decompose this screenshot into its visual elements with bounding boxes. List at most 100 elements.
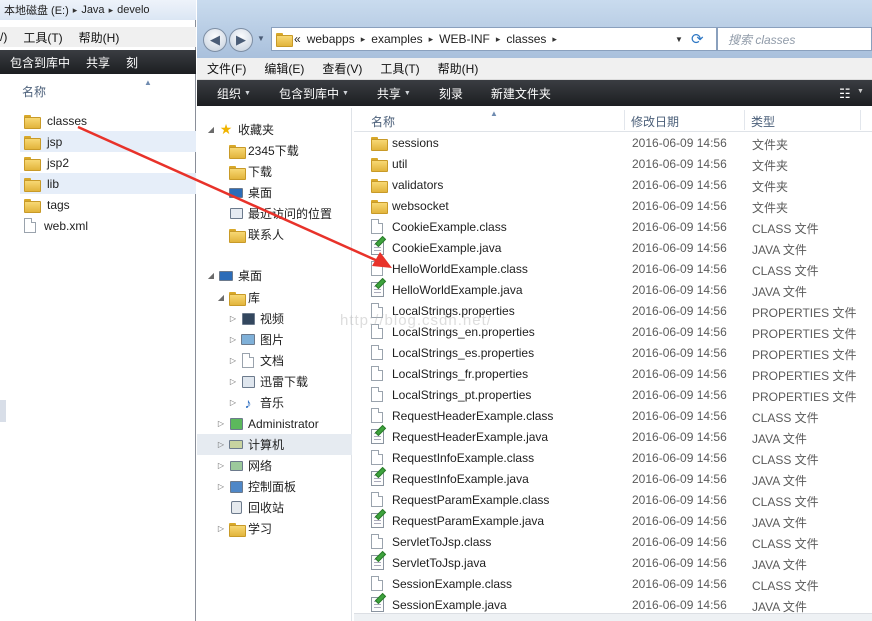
file-row[interactable]: LocalStrings.properties 2016-06-09 14:56 P…	[354, 300, 872, 321]
file-row[interactable]: LocalStrings_fr.properties 2016-06-09 14:…	[354, 363, 872, 384]
file-row[interactable]: ServletToJsp.java 2016-06-09 14:56 JAVA 文件	[354, 552, 872, 573]
file-row[interactable]: LocalStrings_pt.properties 2016-06-09 14:…	[354, 384, 872, 405]
file-row[interactable]: RequestParamExample.class 2016-06-09 14:5…	[354, 489, 872, 510]
file-row[interactable]: HelloWorldExample.java 2016-06-09 14:56 JA…	[354, 279, 872, 300]
breadcrumb-local-disk[interactable]: 本地磁盘 (E:)	[4, 2, 69, 18]
menu-edit[interactable]: 编辑(E)	[264, 60, 304, 77]
burn-button-partial[interactable]: 刻	[126, 54, 138, 71]
include-in-library-button[interactable]: 包含到库中	[10, 54, 70, 71]
chevron-right-icon[interactable]: ▸	[361, 34, 366, 45]
breadcrumb-examples[interactable]: examples	[371, 32, 422, 46]
collapsed-triangle-icon[interactable]: ▷	[227, 398, 239, 407]
nav-recent-places[interactable]: 最近访问的位置	[227, 203, 332, 224]
menu-help[interactable]: 帮助(H)	[438, 60, 479, 77]
expanded-triangle-icon[interactable]: ◢	[205, 125, 217, 134]
nav-study[interactable]: ▷ 学习	[215, 518, 272, 539]
nav-desktop-favorite[interactable]: 桌面	[227, 182, 272, 203]
menu-file[interactable]: 文件(F)	[207, 60, 246, 77]
file-row[interactable]: SessionExample.class 2016-06-09 14:56 CLAS…	[354, 573, 872, 594]
file-row[interactable]: sessions 2016-06-09 14:56 文件夹	[354, 132, 872, 153]
chevron-right-icon[interactable]: ▸	[552, 34, 557, 45]
list-item[interactable]: jsp2	[20, 152, 196, 173]
file-row[interactable]: websocket 2016-06-09 14:56 文件夹	[354, 195, 872, 216]
column-divider[interactable]	[860, 110, 861, 130]
nav-music[interactable]: ▷ ♪ 音乐	[227, 392, 284, 413]
list-item[interactable]: lib	[20, 173, 196, 194]
collapsed-triangle-icon[interactable]: ▷	[215, 524, 227, 533]
nav-network[interactable]: ▷ 网络	[215, 455, 272, 476]
chevron-right-icon[interactable]: ▸	[429, 34, 434, 45]
nav-pictures[interactable]: ▷ 图片	[227, 329, 284, 350]
refresh-icon[interactable]: ⟳	[691, 30, 704, 48]
file-row[interactable]: RequestInfoExample.class 2016-06-09 14:56…	[354, 447, 872, 468]
collapsed-triangle-icon[interactable]: ▷	[215, 461, 227, 470]
list-item[interactable]: jsp	[20, 131, 196, 152]
file-row[interactable]: util 2016-06-09 14:56 文件夹	[354, 153, 872, 174]
nav-favorites[interactable]: ◢ ★ 收藏夹	[205, 119, 274, 140]
expanded-triangle-icon[interactable]: ◢	[215, 293, 227, 302]
file-row[interactable]: validators 2016-06-09 14:56 文件夹	[354, 174, 872, 195]
file-row[interactable]: CookieExample.class 2016-06-09 14:56 CLASS…	[354, 216, 872, 237]
file-row[interactable]: HelloWorldExample.class 2016-06-09 14:56 C…	[354, 258, 872, 279]
file-row[interactable]: RequestParamExample.java 2016-06-09 14:56…	[354, 510, 872, 531]
collapsed-triangle-icon[interactable]: ▷	[227, 335, 239, 344]
share-button[interactable]: 共享 ▼	[377, 85, 411, 102]
search-input[interactable]: 搜索 classes	[717, 27, 872, 51]
column-divider[interactable]	[744, 110, 745, 130]
menu-view[interactable]: 查看(V)	[322, 60, 362, 77]
breadcrumb-develop[interactable]: develo	[117, 4, 149, 16]
nav-library[interactable]: ◢ 库	[215, 287, 260, 308]
nav-videos[interactable]: ▷ 视频	[227, 308, 284, 329]
nav-control-panel[interactable]: ▷ 控制面板	[215, 476, 296, 497]
chevron-down-icon[interactable]: ▼	[857, 88, 864, 95]
file-row[interactable]: CookieExample.java 2016-06-09 14:56 JAVA 文…	[354, 237, 872, 258]
file-row[interactable]: LocalStrings_en.properties 2016-06-09 14:…	[354, 321, 872, 342]
column-divider[interactable]	[624, 110, 625, 130]
breadcrumb-classes[interactable]: classes	[506, 32, 546, 46]
address-overflow[interactable]: «	[294, 32, 301, 46]
collapsed-triangle-icon[interactable]: ▷	[215, 419, 227, 428]
list-item[interactable]: tags	[20, 194, 196, 215]
breadcrumb-webapps[interactable]: webapps	[307, 32, 355, 46]
address-bar[interactable]: « webapps ▸ examples ▸ WEB-INF ▸ classes…	[271, 27, 717, 51]
scrollbar-thumb[interactable]	[0, 400, 6, 422]
nav-computer[interactable]: ▷ 计算机	[197, 434, 352, 455]
menu-tools[interactable]: 工具(T)	[380, 60, 419, 77]
nav-documents[interactable]: ▷ 文档	[227, 350, 284, 371]
file-row[interactable]: RequestHeaderExample.java 2016-06-09 14:5…	[354, 426, 872, 447]
recent-pages-dropdown-icon[interactable]: ▼	[257, 34, 265, 43]
collapsed-triangle-icon[interactable]: ▷	[215, 482, 227, 491]
back-address-bar[interactable]: 本地磁盘 (E:) ▸ Java ▸ develo	[0, 0, 196, 20]
collapsed-triangle-icon[interactable]: ▷	[227, 377, 239, 386]
column-header-type[interactable]: 类型	[751, 113, 775, 130]
include-in-library-button[interactable]: 包含到库中 ▼	[279, 85, 349, 102]
column-header-name[interactable]: 名称	[22, 83, 46, 100]
chevron-right-icon[interactable]: ▸	[496, 34, 501, 45]
share-button[interactable]: 共享	[86, 54, 110, 71]
file-row[interactable]: RequestHeaderExample.class 2016-06-09 14:…	[354, 405, 872, 426]
horizontal-scrollbar[interactable]	[354, 613, 872, 621]
nav-downloads[interactable]: 下载	[227, 161, 272, 182]
expanded-triangle-icon[interactable]: ◢	[205, 271, 217, 280]
list-item[interactable]: classes	[20, 110, 196, 131]
collapsed-triangle-icon[interactable]: ▷	[227, 314, 239, 323]
view-options-icon[interactable]: ☷	[839, 86, 851, 102]
column-header-name[interactable]: 名称	[371, 113, 395, 130]
nav-administrator[interactable]: ▷ Administrator	[215, 413, 319, 434]
file-row[interactable]: LocalStrings_es.properties 2016-06-09 14:…	[354, 342, 872, 363]
nav-desktop[interactable]: ◢ 桌面	[205, 265, 262, 286]
address-history-dropdown-icon[interactable]: ▼	[675, 35, 683, 44]
file-row[interactable]: RequestInfoExample.java 2016-06-09 14:56 J…	[354, 468, 872, 489]
collapsed-triangle-icon[interactable]: ▷	[227, 356, 239, 365]
back-button[interactable]: ◀	[203, 28, 227, 52]
menu-help[interactable]: 帮助(H)	[79, 29, 120, 46]
forward-button[interactable]: ▶	[229, 28, 253, 52]
column-header-date[interactable]: 修改日期	[631, 113, 679, 130]
file-row[interactable]: ServletToJsp.class 2016-06-09 14:56 CLASS …	[354, 531, 872, 552]
nav-2345-downloads[interactable]: 2345下载	[227, 140, 299, 161]
new-folder-button[interactable]: 新建文件夹	[491, 85, 551, 102]
collapsed-triangle-icon[interactable]: ▷	[215, 440, 227, 449]
breadcrumb-java[interactable]: Java	[81, 4, 104, 16]
file-row[interactable]: SessionExample.java 2016-06-09 14:56 JAVA …	[354, 594, 872, 615]
list-item[interactable]: web.xml	[20, 215, 196, 236]
